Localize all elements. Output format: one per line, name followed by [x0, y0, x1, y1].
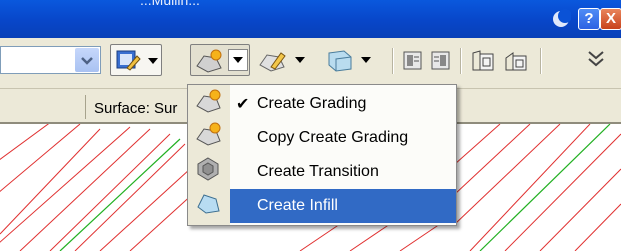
edit-grading-button[interactable]	[255, 44, 315, 76]
create-grading-icon	[196, 89, 221, 113]
edit-grading-icon	[259, 52, 286, 72]
menu-item-label: Create Transition	[257, 163, 379, 180]
grading-creation-split-button[interactable]	[190, 44, 250, 76]
help-button[interactable]: ?	[578, 8, 600, 30]
menu-item-label: Copy Create Grading	[257, 129, 409, 146]
grading-dropdown-toggle[interactable]	[228, 49, 248, 71]
grading-group-button[interactable]	[322, 44, 382, 76]
layer-combo[interactable]	[0, 46, 101, 74]
menu-item-copy-create-grading[interactable]: Copy Create Grading	[230, 121, 456, 155]
properties-split-button[interactable]	[110, 44, 162, 76]
combo-dropdown-button[interactable]	[75, 48, 99, 72]
edit-properties-icon	[116, 50, 141, 71]
window-title: ...Mullin...	[140, 0, 200, 8]
feature-line-move-icon[interactable]	[503, 48, 529, 80]
grading-group-icon	[328, 50, 352, 72]
window-titlebar: ...Mullin... ? X	[0, 0, 621, 38]
create-grading-icon	[196, 49, 222, 73]
check-icon: ✔	[236, 96, 250, 113]
grading-creation-menu: ✔ Create Grading Copy Create Grading Cre…	[187, 84, 457, 226]
communication-center-icon[interactable]	[551, 9, 571, 29]
grading-volume-icon[interactable]	[402, 50, 424, 82]
menu-item-create-grading[interactable]: ✔ Create Grading	[230, 87, 456, 121]
toolbar-overflow-icon[interactable]	[585, 48, 607, 80]
copy-create-grading-icon	[196, 122, 221, 146]
menu-item-label: Create Infill	[257, 197, 338, 214]
menu-item-create-infill[interactable]: Create Infill	[230, 189, 456, 223]
surface-label: Surface: Sur	[94, 100, 178, 117]
menu-item-label: Create Grading	[257, 95, 367, 112]
close-button[interactable]: X	[600, 8, 621, 30]
feature-line-copy-icon[interactable]	[470, 48, 496, 80]
create-transition-icon	[197, 157, 219, 181]
toolbar	[0, 38, 621, 89]
create-infill-icon	[197, 194, 220, 214]
chevron-down-icon	[81, 57, 93, 65]
menu-item-create-transition[interactable]: Create Transition	[230, 155, 456, 189]
grading-list-icon[interactable]	[430, 50, 452, 82]
